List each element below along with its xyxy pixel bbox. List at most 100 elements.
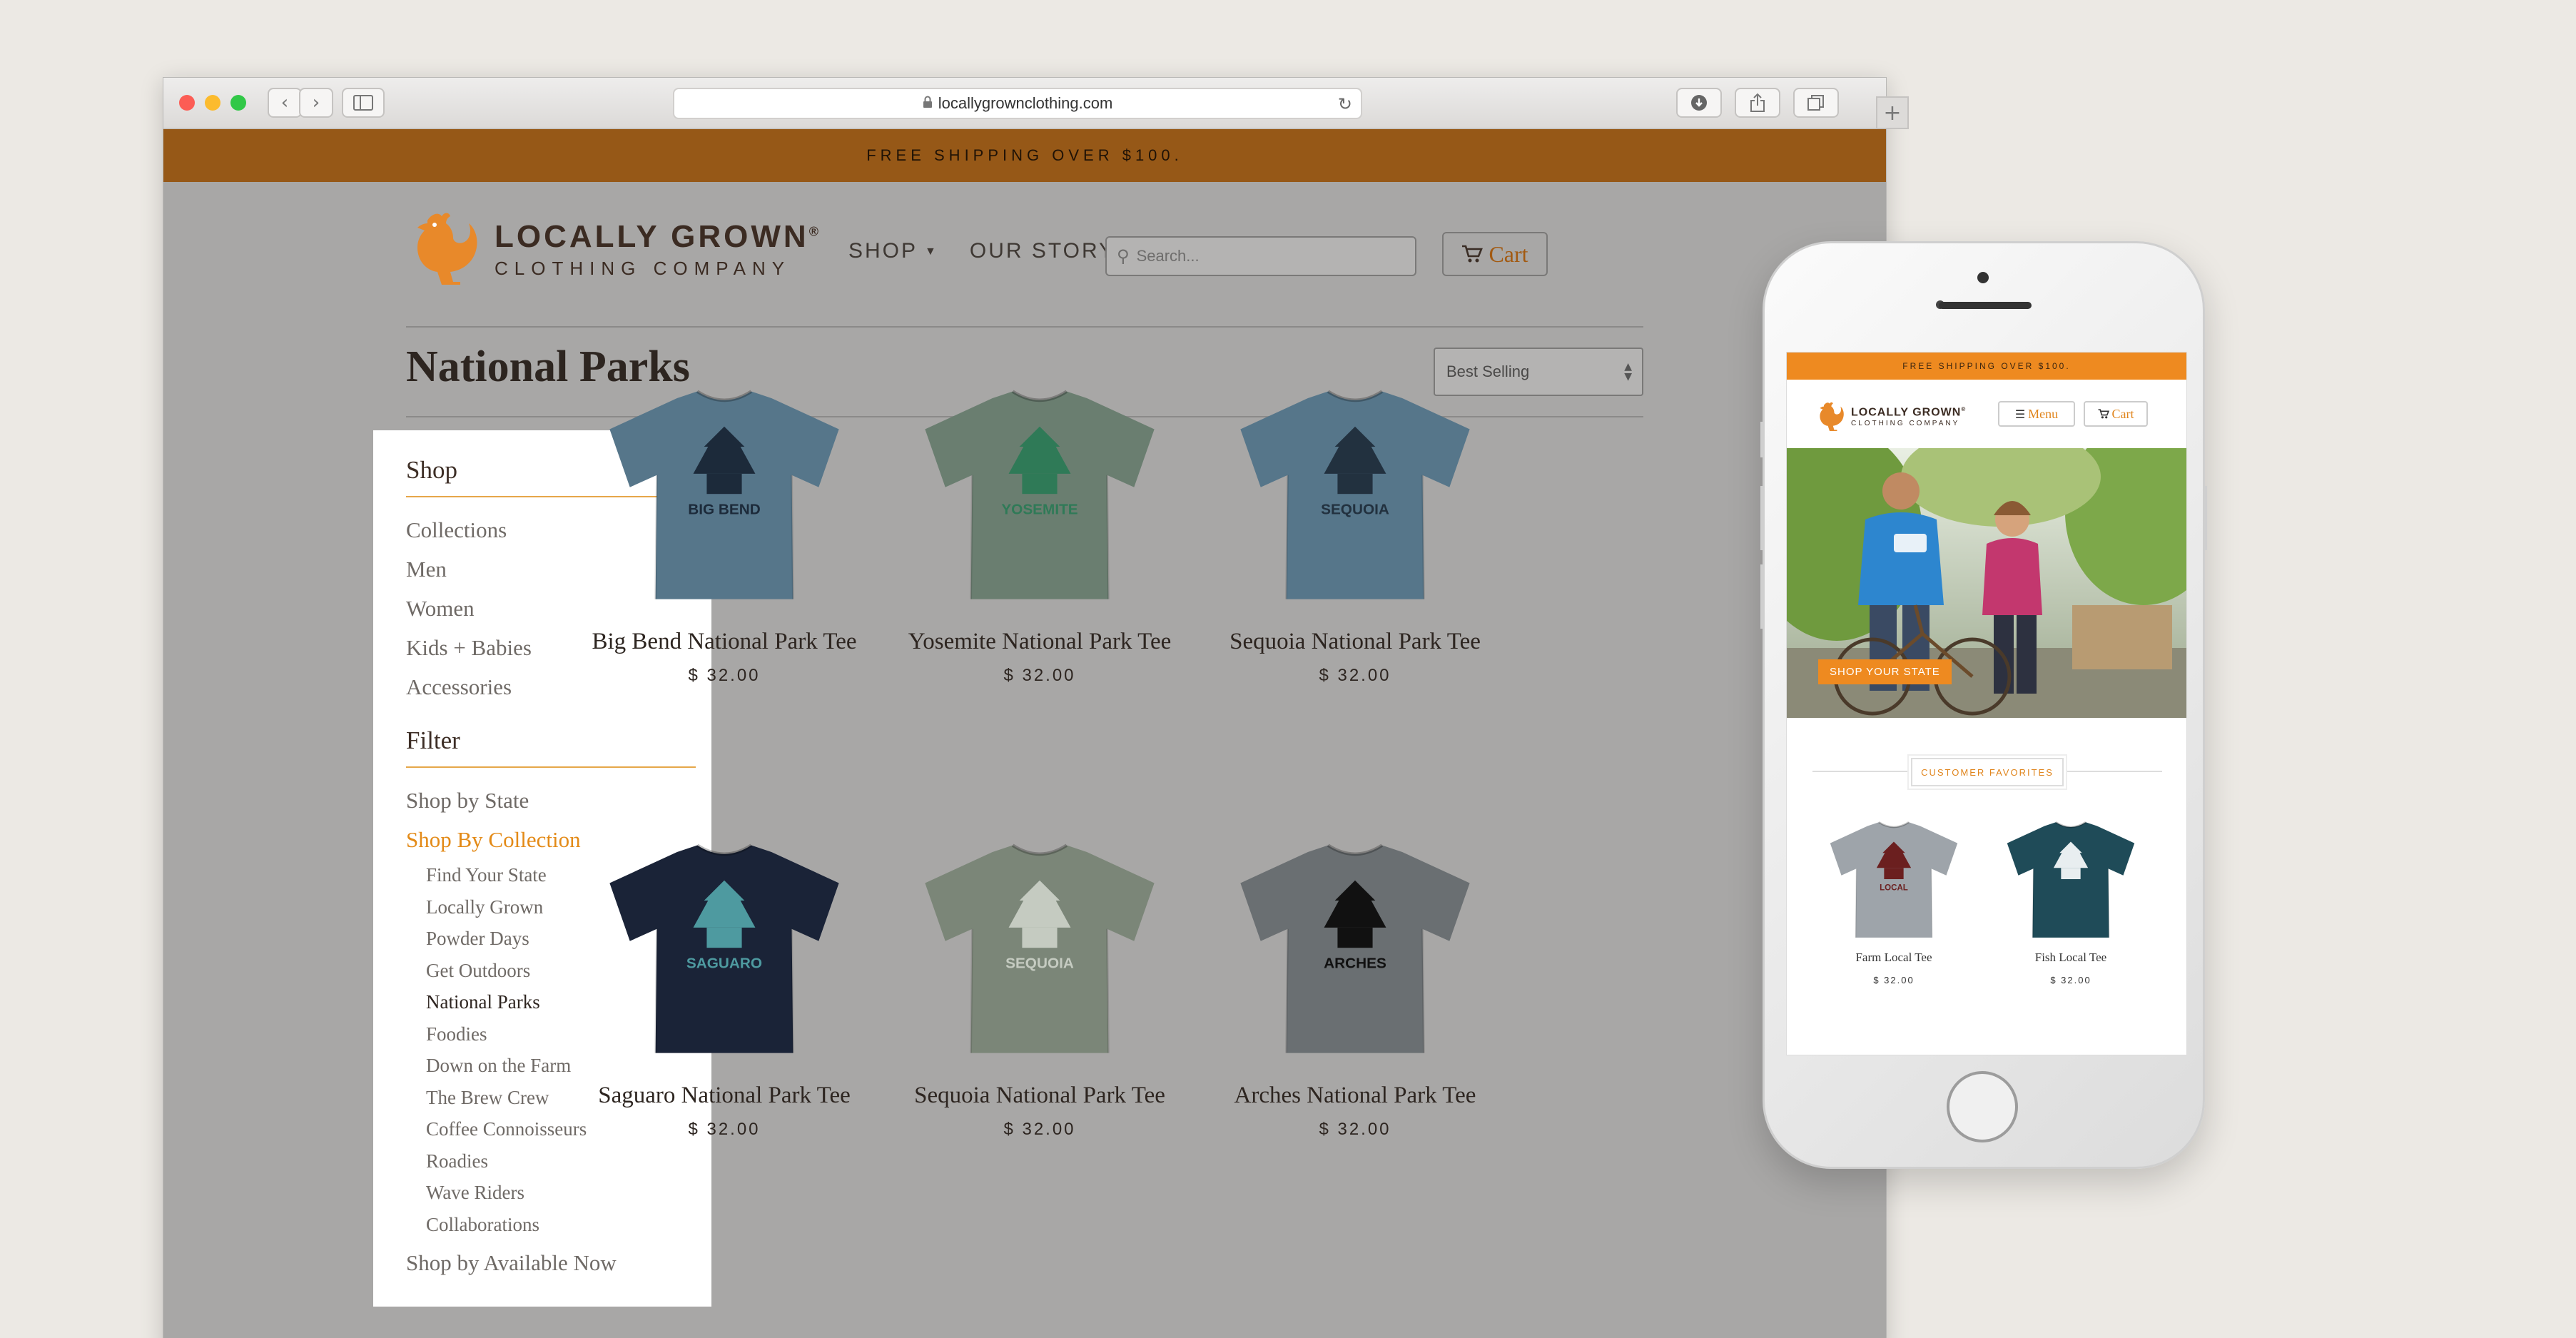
product-image[interactable]: SEQUOIA [911,840,1168,1055]
nav-shop-label: SHOP [848,239,918,263]
mobile-product-image[interactable] [1999,819,2142,939]
tee-print-text: SEQUOIA [1005,956,1074,972]
product-card[interactable]: SEQUOIA Sequoia National Park Tee $ 32.00 [886,840,1193,1140]
product-name[interactable]: Sequoia National Park Tee [1202,622,1508,662]
tee-print-text: BIG BEND [688,502,761,518]
product-card[interactable]: ARCHES Arches National Park Tee $ 32.00 [1202,840,1508,1140]
collection-item[interactable]: Wave Riders [406,1177,696,1209]
search-placeholder: Search... [1136,247,1200,265]
product-image[interactable]: SAGUARO [596,840,853,1055]
volume-up-button [1760,486,1765,550]
main-nav: SHOP ▼ OUR STORY [848,239,1115,263]
registered-mark: ® [1961,406,1967,413]
product-price: $ 32.00 [1003,1120,1076,1140]
section-title: CUSTOMER FAVORITES [1907,754,2067,790]
download-icon [1691,95,1707,111]
product-name[interactable]: Big Bend National Park Tee [571,622,878,662]
mobile-product-name[interactable]: Fish Local Tee [1992,951,2149,965]
product-card[interactable]: SAGUARO Saguaro National Park Tee $ 32.00 [571,840,878,1140]
product-price: $ 32.00 [1319,666,1391,686]
hamburger-icon: ☰ [2014,407,2026,421]
mobile-product-image[interactable]: LOCAL [1822,819,1965,939]
product-image[interactable]: SEQUOIA [1227,386,1484,602]
phone-screen: FREE SHIPPING OVER $100. LOCALLY GROWN® … [1786,352,2187,1055]
mobile-product-card[interactable]: LOCAL Farm Local Tee $ 32.00 [1815,819,1972,985]
product-card[interactable]: YOSEMITE Yosemite National Park Tee $ 32.0… [886,386,1193,686]
product-image[interactable]: YOSEMITE [911,386,1168,602]
tee-print-text: LOCAL [1880,884,1908,893]
nav-our-story[interactable]: OUR STORY [970,239,1115,263]
downloads-button[interactable] [1676,88,1722,118]
back-button[interactable]: ‹ [268,88,302,118]
product-price: $ 32.00 [688,666,761,686]
lock-icon [923,96,933,112]
nav-shop[interactable]: SHOP ▼ [848,239,938,263]
product-card[interactable]: BIG BEND Big Bend National Park Tee $ 32.0… [571,386,878,686]
browser-window: ‹ › locallygrownclothing.com ↻ + FREE SH… [163,77,1909,1338]
sidebar-icon [353,95,373,111]
tee-print-text: SEQUOIA [1321,502,1389,518]
browser-toolbar: ‹ › locallygrownclothing.com ↻ + [163,78,1909,129]
reload-icon[interactable]: ↻ [1338,94,1352,114]
product-name[interactable]: Yosemite National Park Tee [886,622,1193,662]
tabs-button[interactable] [1793,88,1839,118]
mobile-header: LOCALLY GROWN® CLOTHING COMPANY ☰ Menu C… [1787,380,2186,448]
product-price: $ 32.00 [1319,1120,1391,1140]
filter-shop-by-state[interactable]: Shop by State [406,781,696,820]
promo-banner: FREE SHIPPING OVER $100. [163,129,1886,182]
customer-favorites-heading: CUSTOMER FAVORITES [1787,746,2186,798]
search-input[interactable]: ⚲ Search... [1105,236,1416,276]
hero-image: SHOP YOUR STATE [1787,448,2186,718]
sidebar-toggle-button[interactable] [342,88,385,118]
cart-icon [2098,409,2109,419]
registered-mark: ® [808,223,821,238]
power-button [2203,486,2207,550]
mobile-logo[interactable]: LOCALLY GROWN® CLOTHING COMPANY [1815,400,1966,434]
collection-item[interactable]: Collaborations [406,1209,696,1241]
camera-icon [1977,272,1989,283]
cart-icon [1462,245,1484,263]
speaker-grille [1939,302,2032,309]
mobile-promo-banner: FREE SHIPPING OVER $100. [1787,353,2186,380]
heading-rule [1812,771,1908,772]
tee-print-text: SAGUARO [686,956,762,972]
collection-item[interactable]: Roadies [406,1145,696,1177]
cart-label: Cart [1489,240,1528,267]
sidebar-divider [406,766,696,768]
select-arrows-icon: ▲ ▼ [1624,361,1632,382]
tabs-icon [1807,95,1824,111]
header-divider [406,326,1643,328]
mute-switch [1760,422,1765,457]
share-button[interactable] [1735,88,1780,118]
logo-line2: CLOTHING COMPANY [495,257,791,279]
filter-shop-by-available-now[interactable]: Shop by Available Now [406,1243,696,1282]
rooster-logo-icon [1820,402,1844,431]
new-tab-button[interactable]: + [1876,96,1909,129]
product-name[interactable]: Arches National Park Tee [1202,1075,1508,1115]
product-name[interactable]: Saguaro National Park Tee [571,1075,878,1115]
mobile-menu-button[interactable]: ☰ Menu [1998,401,2075,427]
close-window-button[interactable] [179,95,195,111]
tee-print-text: ARCHES [1324,956,1386,972]
mobile-cart-button[interactable]: Cart [2084,401,2148,427]
site-logo[interactable]: LOCALLY GROWN® CLOTHING COMPANY [406,206,821,292]
search-icon: ⚲ [1117,246,1130,266]
product-image[interactable]: ARCHES [1227,840,1484,1055]
product-card[interactable]: SEQUOIA Sequoia National Park Tee $ 32.00 [1202,386,1508,686]
mobile-logo-line1: LOCALLY GROWN [1851,406,1962,419]
forward-button[interactable]: › [299,88,333,118]
address-bar[interactable]: locallygrownclothing.com ↻ [673,88,1362,119]
heading-rule [2067,771,2162,772]
zoom-window-button[interactable] [230,95,246,111]
shop-your-state-button[interactable]: SHOP YOUR STATE [1818,659,1952,684]
product-name[interactable]: Sequoia National Park Tee [886,1075,1193,1115]
mobile-product-price: $ 32.00 [2050,975,2091,985]
product-image[interactable]: BIG BEND [596,386,853,602]
cart-button[interactable]: Cart [1442,232,1548,276]
mobile-product-card[interactable]: Fish Local Tee $ 32.00 [1992,819,2149,985]
tee-print-text: YOSEMITE [1001,502,1077,518]
mobile-product-name[interactable]: Farm Local Tee [1815,951,1972,965]
minimize-window-button[interactable] [205,95,220,111]
home-button[interactable] [1947,1071,2018,1142]
mobile-menu-label: Menu [2028,406,2059,421]
